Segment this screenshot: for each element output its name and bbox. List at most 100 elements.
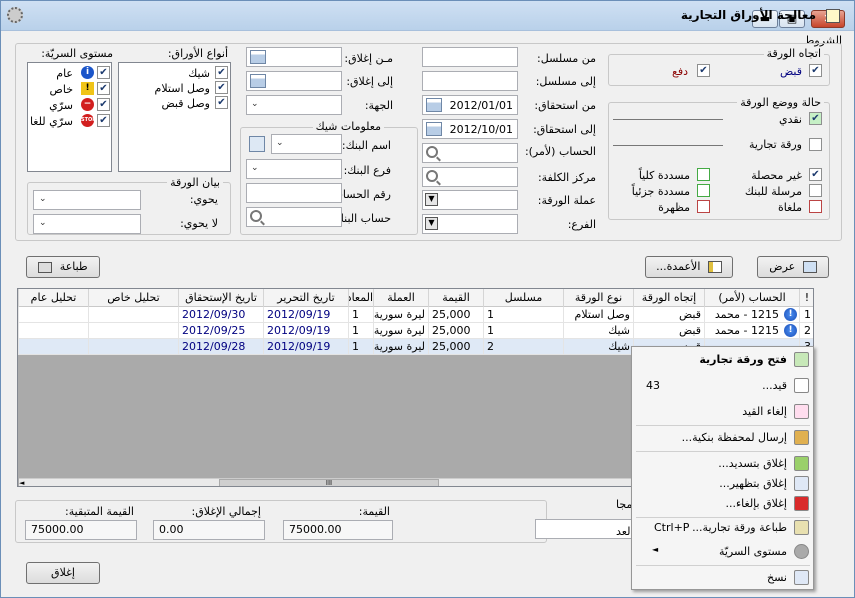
column-header[interactable]: تحليل خاص bbox=[88, 289, 178, 307]
not-collected-checkbox[interactable] bbox=[809, 168, 822, 181]
calendar-icon[interactable] bbox=[250, 74, 266, 88]
horizontal-scrollbar[interactable]: ◄ III bbox=[19, 478, 649, 486]
endorsed-label: مظهرة bbox=[658, 201, 690, 214]
menu-item-open-paper[interactable]: فتح ورقة تجارية bbox=[632, 349, 813, 371]
close-button[interactable]: إغلاق bbox=[26, 562, 100, 584]
search-icon[interactable] bbox=[426, 170, 438, 182]
calendar-icon[interactable] bbox=[250, 50, 266, 64]
paid-full-checkbox[interactable] bbox=[697, 168, 710, 181]
scroll-thumb[interactable]: III bbox=[219, 479, 439, 486]
secrecy-checkbox[interactable] bbox=[97, 66, 110, 79]
open-paper-icon bbox=[794, 352, 809, 367]
chevron-down-icon[interactable]: ⌄ bbox=[39, 194, 47, 204]
menu-item-label: إغلاق بتظهير... bbox=[719, 477, 787, 490]
status-title: حالة ووضع الورقة bbox=[737, 96, 824, 109]
paper-type-checkbox[interactable] bbox=[215, 66, 228, 79]
gear-icon[interactable] bbox=[7, 7, 23, 23]
print-button[interactable]: طباعة bbox=[26, 256, 100, 278]
endorsed-checkbox[interactable] bbox=[697, 200, 710, 213]
menu-item-print-paper[interactable]: طباعة ورقة تجارية... Ctrl+P bbox=[632, 517, 813, 539]
type-cell: وصل استلام bbox=[563, 307, 633, 323]
show-label: عرض bbox=[769, 260, 796, 273]
party-select[interactable] bbox=[246, 95, 342, 115]
sent-to-bank-checkbox[interactable] bbox=[809, 184, 822, 197]
due-date-cell: 2012/09/28 bbox=[178, 339, 263, 355]
column-header[interactable]: القيمة bbox=[428, 289, 483, 307]
dropdown-button[interactable]: ▼ bbox=[425, 217, 438, 230]
search-icon[interactable] bbox=[426, 146, 438, 158]
secrecy-icon bbox=[794, 544, 809, 559]
show-button[interactable]: عرض bbox=[757, 256, 829, 278]
receive-checkbox[interactable] bbox=[809, 64, 822, 77]
account-cell: ! 1215 - محمد bbox=[704, 323, 799, 339]
row-number: 2 bbox=[799, 323, 813, 339]
column-header[interactable]: تحليل عام bbox=[18, 289, 88, 307]
from-close-label: مـن إغلاق: bbox=[344, 52, 393, 65]
total-close-field: 0.00 bbox=[153, 520, 265, 540]
paper-type-checkbox[interactable] bbox=[215, 96, 228, 109]
table-row[interactable]: 1 ! 1215 - محمد قبض وصل استلام 1 25,000 ل… bbox=[18, 307, 813, 323]
menu-item-close-cancel[interactable]: إغلاق بإلغاء... bbox=[632, 493, 813, 515]
chevron-down-icon[interactable]: ⌄ bbox=[39, 218, 47, 228]
table-row[interactable]: 2 ! 1215 - محمد قبض شيك 1 25,000 ليرة سور… bbox=[18, 323, 813, 339]
partial-label: مجا bbox=[616, 498, 633, 511]
cancel-entry-icon bbox=[794, 404, 809, 419]
paid-partial-checkbox[interactable] bbox=[697, 184, 710, 197]
grid-icon bbox=[802, 261, 817, 273]
menu-item-label: نسخ bbox=[767, 571, 787, 584]
column-header[interactable]: إتجاه الورقة bbox=[633, 289, 704, 307]
serial-cell: 2 bbox=[483, 339, 563, 355]
column-header[interactable]: تاريخ التحرير bbox=[263, 289, 348, 307]
secrecy-checkbox[interactable] bbox=[97, 82, 110, 95]
type-cell: شيك bbox=[563, 323, 633, 339]
contains-select[interactable] bbox=[33, 190, 141, 210]
column-header[interactable]: تاريخ الإستحقاق bbox=[178, 289, 263, 307]
commercial-checkbox[interactable] bbox=[809, 138, 822, 151]
secrecy-checkbox[interactable] bbox=[97, 114, 110, 127]
menu-item-entry[interactable]: قيد... 43 bbox=[632, 375, 813, 397]
menu-item-copy[interactable]: نسخ bbox=[632, 567, 813, 589]
pay-checkbox[interactable] bbox=[697, 64, 710, 77]
column-header[interactable]: المعاد bbox=[348, 289, 373, 307]
bank-branch-select[interactable] bbox=[246, 159, 342, 179]
menu-item-close-endorse[interactable]: إغلاق بتظهير... bbox=[632, 473, 813, 495]
direction-cell: قبض bbox=[633, 323, 704, 339]
paper-type-checkbox[interactable] bbox=[215, 81, 228, 94]
menu-item-close-pay[interactable]: إغلاق بتسديد... bbox=[632, 453, 813, 475]
column-header[interactable]: ! bbox=[799, 289, 813, 307]
chevron-down-icon[interactable]: ⌄ bbox=[276, 138, 284, 148]
columns-button[interactable]: الأعمدة... bbox=[645, 256, 733, 278]
from-serial-input[interactable] bbox=[422, 47, 518, 67]
menu-item-send-wallet[interactable]: إرسال لمحفظة بنكية... bbox=[632, 427, 813, 449]
column-header[interactable]: الحساب (لأمر) bbox=[704, 289, 799, 307]
account-number-input[interactable] bbox=[246, 183, 342, 203]
column-header[interactable]: العملة bbox=[373, 289, 428, 307]
cancelled-checkbox[interactable] bbox=[809, 200, 822, 213]
dropdown-button[interactable]: ▼ bbox=[425, 193, 438, 206]
menu-item-label: إرسال لمحفظة بنكية... bbox=[681, 431, 787, 444]
total-close-label: إجمالي الإغلاق: bbox=[191, 505, 261, 518]
secrecy-checkbox[interactable] bbox=[97, 98, 110, 111]
submenu-arrow-icon: ◄ bbox=[652, 545, 659, 554]
menu-item-extra: 43 bbox=[646, 379, 660, 392]
menu-item-secrecy[interactable]: مستوى السريّة ◄ bbox=[632, 541, 813, 563]
menu-item-cancel-entry[interactable]: إلغاء القيد bbox=[632, 401, 813, 423]
chevron-down-icon[interactable]: ⌄ bbox=[251, 163, 259, 173]
to-serial-input[interactable] bbox=[422, 71, 518, 91]
column-header[interactable]: نوع الورقة bbox=[563, 289, 633, 307]
scroll-left-icon[interactable]: ◄ bbox=[19, 479, 29, 486]
general-analysis-cell bbox=[18, 339, 88, 355]
column-header[interactable]: مسلسل bbox=[483, 289, 563, 307]
calendar-icon[interactable] bbox=[426, 98, 442, 112]
calendar-icon[interactable] bbox=[426, 122, 442, 136]
chevron-down-icon[interactable]: ⌄ bbox=[251, 99, 259, 109]
search-icon[interactable] bbox=[250, 210, 262, 222]
menu-item-label: مستوى السريّة bbox=[718, 545, 787, 558]
bank-icon[interactable] bbox=[249, 136, 265, 152]
cash-checkbox[interactable] bbox=[809, 112, 822, 125]
not-contains-select[interactable] bbox=[33, 214, 141, 234]
value-cell: 25,000 bbox=[428, 323, 483, 339]
serial-cell: 1 bbox=[483, 307, 563, 323]
columns-label: الأعمدة... bbox=[656, 260, 701, 273]
value-cell: 25,000 bbox=[428, 307, 483, 323]
